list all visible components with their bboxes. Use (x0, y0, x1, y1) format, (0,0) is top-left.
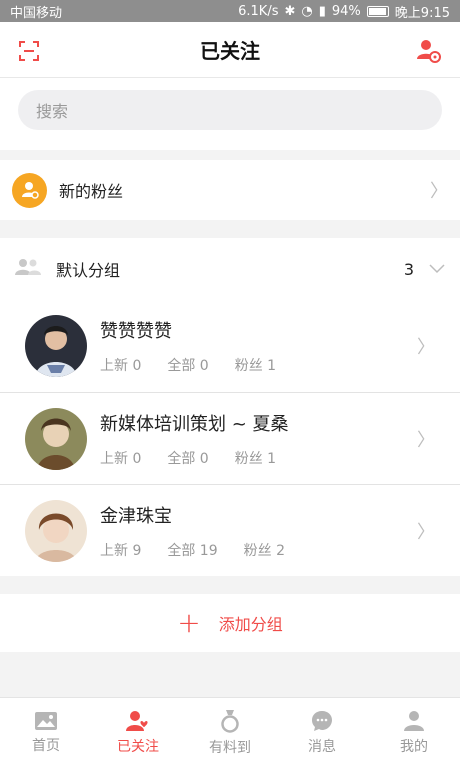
bottom-tab-bar: 首页 已关注 有料到 消息 我的 (0, 697, 460, 767)
network-speed: 6.1K/s (238, 3, 279, 19)
group-header-default[interactable]: 默认分组 3 (0, 238, 460, 300)
tab-home[interactable]: 首页 (0, 698, 92, 767)
stat-all: 全部 0 (167, 358, 209, 374)
avatar (25, 315, 87, 377)
follow-list: 赞赞赞赞 上新 0 全部 0 粉丝 1 〉 新媒体培训策划 ~ 夏桑 上新 0 … (0, 300, 460, 576)
tab-label: 已关注 (117, 738, 159, 755)
battery-percent: 94% (331, 3, 361, 19)
status-indicators: 6.1K/s ✱ ◔ ▮ 94% 晚上9:15 (238, 2, 450, 21)
list-item[interactable]: 新媒体培训策划 ~ 夏桑 上新 0 全部 0 粉丝 1 〉 (0, 392, 460, 484)
follow-stats: 上新 0 全部 0 粉丝 1 (100, 355, 417, 375)
stat-new: 上新 0 (100, 450, 142, 467)
message-icon (312, 710, 332, 731)
follow-name: 金津珠宝 (100, 505, 172, 527)
stat-fans: 粉丝 2 (243, 542, 285, 559)
app-header: 已关注 (0, 22, 460, 78)
follow-stats: 上新 0 全部 0 粉丝 1 (100, 448, 417, 468)
search-section: 搜索 (0, 78, 460, 150)
stat-new: 上新 0 (100, 358, 142, 374)
group-count: 3 (403, 259, 414, 279)
add-group-button[interactable]: + 添加分组 (0, 594, 460, 652)
tab-label: 我的 (400, 738, 428, 755)
person-icon (404, 710, 424, 731)
avatar (25, 499, 87, 562)
item-body: 新媒体培训策划 ~ 夏桑 上新 0 全部 0 粉丝 1 (100, 410, 417, 468)
status-bar: 中国移动 6.1K/s ✱ ◔ ▮ 94% 晚上9:15 (0, 0, 460, 22)
follow-name: 赞赞赞赞 (100, 321, 172, 342)
stat-fans: 粉丝 1 (234, 358, 277, 374)
chevron-right-icon: 〉 (417, 337, 435, 358)
clock: 晚上9:15 (394, 5, 450, 21)
stat-new: 上新 9 (100, 542, 142, 559)
new-fans-icon (12, 172, 47, 208)
chevron-right-icon: 〉 (417, 521, 435, 543)
plus-icon: + (177, 606, 201, 639)
chevron-down-icon[interactable] (428, 260, 446, 279)
group-people-icon (14, 257, 42, 281)
item-body: 赞赞赞赞 上新 0 全部 0 粉丝 1 (100, 317, 417, 375)
chevron-right-icon: 〉 (417, 429, 435, 451)
search-placeholder: 搜索 (36, 102, 69, 121)
tab-followed[interactable]: 已关注 (92, 698, 184, 767)
followed-icon (126, 710, 149, 731)
page-title: 已关注 (200, 39, 260, 63)
tab-messages[interactable]: 消息 (276, 698, 368, 767)
tab-label: 消息 (308, 738, 336, 755)
follow-stats: 上新 9 全部 19 粉丝 2 (100, 540, 417, 560)
stat-all: 全部 19 (167, 542, 218, 559)
add-group-label: 添加分组 (218, 615, 283, 634)
bluetooth-icon: ✱ (284, 3, 296, 19)
list-item[interactable]: 赞赞赞赞 上新 0 全部 0 粉丝 1 〉 (0, 300, 460, 392)
follow-name: 新媒体培训策划 ~ 夏桑 (100, 413, 289, 435)
group-name: 默认分组 (56, 261, 121, 280)
signal-icon: ▮ (318, 3, 326, 19)
new-fans-label: 新的粉丝 (59, 182, 124, 201)
tab-label: 有料到 (209, 739, 251, 756)
search-input[interactable]: 搜索 (18, 90, 442, 130)
stat-fans: 粉丝 1 (234, 450, 277, 467)
image-icon (35, 711, 57, 730)
tab-discover[interactable]: 有料到 (184, 698, 276, 767)
stat-all: 全部 0 (167, 450, 209, 467)
avatar (25, 407, 87, 470)
scan-icon[interactable] (18, 40, 40, 66)
tab-me[interactable]: 我的 (368, 698, 460, 767)
follow-settings-icon[interactable] (416, 38, 442, 68)
item-body: 金津珠宝 上新 9 全部 19 粉丝 2 (100, 502, 417, 560)
tab-label: 首页 (32, 737, 60, 754)
battery-icon (366, 5, 389, 17)
wifi-icon: ◔ (301, 3, 313, 19)
carrier: 中国移动 (10, 5, 63, 21)
chevron-right-icon: 〉 (430, 181, 448, 202)
ring-icon (221, 709, 239, 733)
list-item[interactable]: 金津珠宝 上新 9 全部 19 粉丝 2 〉 (0, 484, 460, 576)
new-fans-row[interactable]: 新的粉丝 〉 (0, 160, 460, 220)
